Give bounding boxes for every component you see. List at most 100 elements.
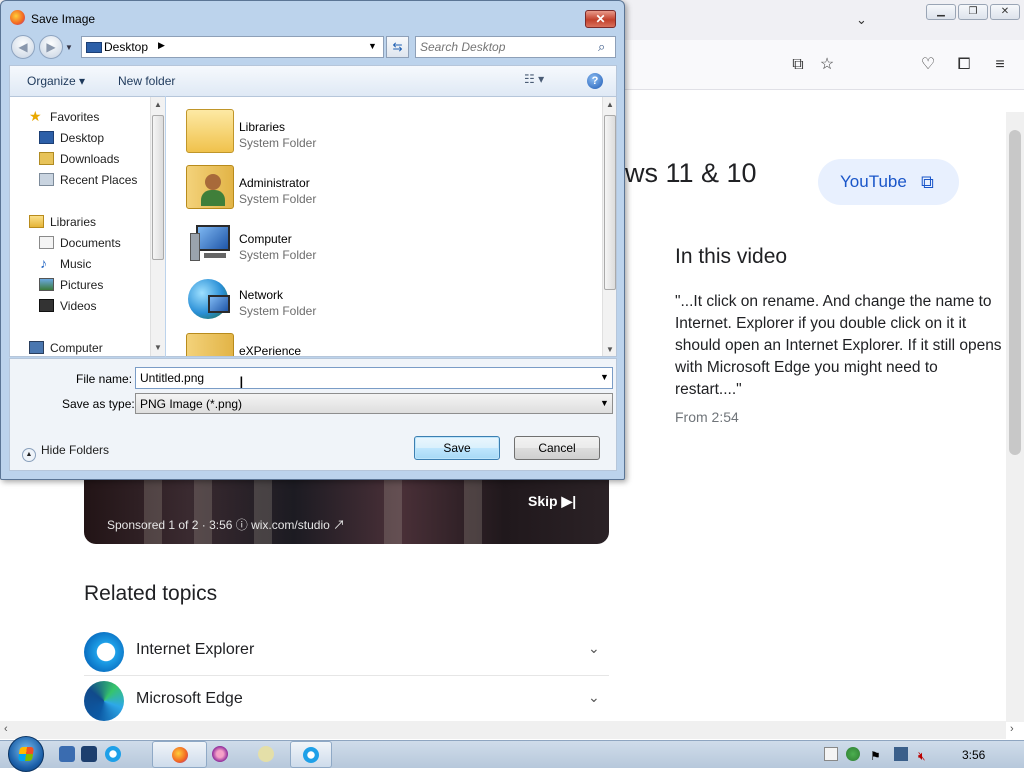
breadcrumb-desktop[interactable]: Desktop: [104, 40, 148, 54]
libraries-icon: [29, 215, 44, 228]
scroll-up-arrow-icon[interactable]: ▲: [154, 100, 162, 109]
taskbar-ie[interactable]: [290, 741, 332, 768]
hide-folders-label: Hide Folders: [41, 443, 110, 457]
list-item-experience[interactable]: eXPerience: [166, 327, 586, 357]
tab-list-chevron-icon[interactable]: ⌄: [856, 12, 867, 28]
address-bar[interactable]: Desktop ▶ ▼: [81, 36, 384, 58]
list-item-network[interactable]: Network System Folder: [166, 271, 586, 327]
sidebar-item-label: Desktop: [60, 131, 105, 145]
recent-locations-dropdown[interactable]: ▼: [65, 43, 73, 52]
tray-network-icon[interactable]: [894, 747, 908, 761]
close-window-button[interactable]: ✕: [990, 4, 1020, 20]
bookmark-star-icon[interactable]: ☆: [817, 55, 837, 75]
nav-scroll-thumb[interactable]: [152, 115, 164, 260]
screenshot-icon[interactable]: ⧉: [788, 55, 808, 75]
nav-pane-scrollbar[interactable]: ▲ ▼: [150, 97, 165, 356]
file-scroll-thumb[interactable]: [604, 115, 616, 290]
chevron-down-icon[interactable]: ⌄: [588, 689, 600, 706]
address-dropdown-icon[interactable]: ▼: [368, 41, 377, 51]
new-folder-button[interactable]: New folder: [118, 74, 175, 88]
app-icon: [258, 746, 274, 762]
save-type-value: PNG Image (*.png): [140, 397, 243, 411]
tray-flag-icon[interactable]: ⚑: [870, 747, 884, 763]
computer-icon: [186, 221, 234, 265]
microsoft-edge-icon: [84, 681, 124, 721]
music-icon: ♪: [40, 255, 47, 271]
scroll-left-arrow-icon[interactable]: ‹: [4, 723, 8, 735]
taskbar-app-3[interactable]: [240, 741, 292, 768]
chevron-down-icon[interactable]: ⌄: [588, 640, 600, 657]
file-name-label: File name:: [76, 372, 133, 386]
forward-button[interactable]: ▶: [39, 35, 63, 59]
tray-volume-muted-icon[interactable]: 🔇︎: [918, 747, 932, 763]
scroll-down-arrow-icon[interactable]: ▼: [154, 343, 162, 352]
list-item-libraries[interactable]: Libraries System Folder: [166, 103, 586, 159]
pocket-icon[interactable]: ♡: [918, 55, 938, 75]
file-name-input[interactable]: [140, 371, 580, 385]
explorer-quicklaunch[interactable]: [80, 741, 98, 768]
related-topics-title: Related topics: [84, 582, 218, 605]
extensions-icon[interactable]: ⧠: [954, 55, 974, 75]
video-ad-player[interactable]: Sponsored 1 of 2 · 3:56 ⓘ wix.com/studio…: [84, 478, 609, 544]
search-box[interactable]: ⌕: [415, 36, 616, 58]
downloads-icon: [39, 152, 54, 165]
save-image-dialog: Save Image ✕ ◀ ▶ ▼ Desktop ▶ ▼ ⇆ ⌕ Organ…: [0, 0, 625, 480]
organize-menu[interactable]: Organize ▾: [27, 74, 85, 88]
help-icon[interactable]: ?: [587, 73, 603, 89]
file-name-dropdown-icon[interactable]: ▼: [600, 372, 609, 382]
scroll-up-arrow-icon[interactable]: ▲: [606, 100, 614, 109]
file-name-field[interactable]: ▼: [135, 367, 613, 389]
internet-explorer-icon: [303, 747, 319, 763]
related-item-label: Microsoft Edge: [136, 690, 243, 707]
list-item-computer[interactable]: Computer System Folder: [166, 215, 586, 271]
file-name: Libraries: [239, 120, 286, 134]
save-type-dropdown-icon[interactable]: ▼: [600, 398, 609, 408]
related-item-microsoft-edge[interactable]: Microsoft Edge ⌄: [84, 677, 609, 725]
scroll-down-arrow-icon[interactable]: ▼: [606, 345, 614, 354]
close-button[interactable]: ✕: [585, 10, 616, 28]
save-type-label: Save as type:: [62, 397, 135, 411]
video-quote: "...It click on rename. And change the n…: [675, 293, 1002, 398]
cancel-button[interactable]: Cancel: [514, 436, 600, 460]
hide-folders-button[interactable]: ▲ Hide Folders: [22, 443, 109, 462]
ad-sponsor-text: Sponsored 1 of 2 · 3:56 ⓘ wix.com/studio…: [107, 518, 346, 532]
windows-logo-icon: [18, 747, 34, 761]
refresh-button[interactable]: ⇆: [386, 36, 409, 58]
taskbar: ⚑ 🔇︎ 3:56: [0, 736, 1024, 772]
change-view-button[interactable]: ☷ ▾: [524, 72, 544, 86]
page-horizontal-scrollbar[interactable]: ‹ ›: [0, 721, 1014, 739]
video-timestamp[interactable]: From 2:54: [675, 409, 739, 425]
skip-ad-button[interactable]: Skip ▶|: [528, 493, 576, 510]
recent-places-icon: [39, 173, 54, 186]
chevron-up-icon: ▲: [22, 448, 36, 462]
related-item-internet-explorer[interactable]: Internet Explorer ⌄: [84, 628, 609, 676]
save-type-select[interactable]: PNG Image (*.png) ▼: [135, 393, 613, 414]
file-list-scrollbar[interactable]: ▲ ▼: [602, 97, 616, 356]
breadcrumb-arrow-icon[interactable]: ▶: [158, 40, 165, 51]
clock[interactable]: 3:56: [962, 748, 985, 762]
tray-security-icon[interactable]: [846, 747, 860, 761]
explorer-icon: [81, 746, 97, 762]
internet-explorer-icon: [105, 746, 121, 762]
minimize-button[interactable]: ▁: [926, 4, 956, 20]
page-scroll-thumb[interactable]: [1009, 130, 1021, 455]
back-button[interactable]: ◀: [11, 35, 35, 59]
restore-button[interactable]: ❐: [958, 4, 988, 20]
tray-document-icon[interactable]: [824, 747, 838, 761]
list-item-administrator[interactable]: Administrator System Folder: [166, 159, 586, 215]
youtube-link-button[interactable]: YouTube ⧉: [818, 159, 959, 205]
taskbar-app-2[interactable]: [194, 741, 246, 768]
desktop-icon: [86, 42, 102, 53]
search-icon[interactable]: ⌕: [598, 39, 605, 55]
user-folder-icon: [186, 165, 234, 209]
save-button[interactable]: Save: [414, 436, 500, 460]
menu-icon[interactable]: ≡: [990, 55, 1010, 75]
scroll-right-arrow-icon[interactable]: ›: [1010, 723, 1014, 735]
ie-quicklaunch[interactable]: [102, 741, 124, 768]
file-list-pane: Libraries System Folder Administrator Sy…: [166, 96, 617, 357]
file-name: eXPerience: [239, 344, 302, 357]
search-input[interactable]: [420, 40, 590, 54]
show-desktop-quicklaunch[interactable]: [58, 741, 76, 768]
sidebar-item-label: Documents: [60, 236, 121, 250]
start-button[interactable]: [8, 736, 44, 772]
